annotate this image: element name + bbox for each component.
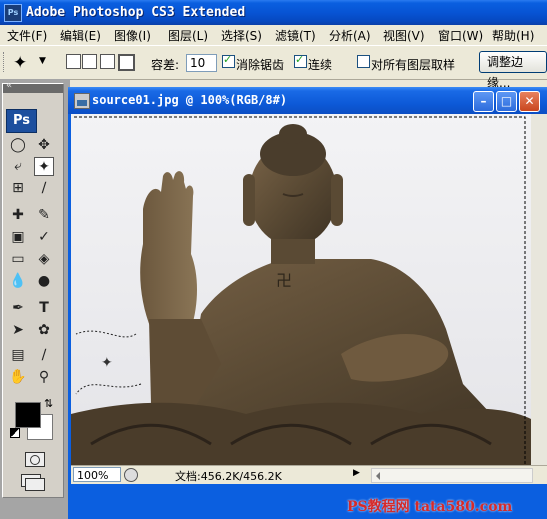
eyedropper-tool-icon[interactable]: ∕	[34, 346, 54, 365]
history-brush-icon[interactable]: ✓	[34, 228, 54, 247]
brush-tool-icon[interactable]: ✎	[34, 206, 54, 225]
document-size-info: 文档:456.2K/456.2K	[175, 470, 282, 483]
lasso-tool-icon[interactable]: ⤶	[8, 157, 28, 176]
lotus-base	[71, 402, 531, 465]
buddha-photo[interactable]: 卍 ✦	[71, 114, 531, 465]
options-bar-grip[interactable]	[3, 52, 7, 72]
document-icon	[74, 93, 90, 109]
buddha-neck	[271, 239, 315, 264]
buddha-ushnisha	[279, 124, 307, 144]
menu-file[interactable]: 文件(F)	[5, 27, 49, 44]
document-title-bar[interactable]: source01.jpg @ 100%(RGB/8#) – □ ✕	[68, 87, 547, 114]
collapse-icon[interactable]: «	[6, 80, 12, 91]
default-colors-icon[interactable]	[10, 428, 20, 438]
antialias-label: 消除锯齿	[236, 58, 285, 72]
zoom-tool-icon[interactable]: ⚲	[34, 368, 54, 387]
add-to-selection-button[interactable]	[82, 54, 97, 69]
menu-view[interactable]: 视图(V)	[381, 27, 427, 44]
contiguous-label: 连续	[308, 58, 333, 72]
magic-wand-icon: ✦	[13, 53, 28, 73]
refine-edge-button[interactable]: 调整边缘...	[479, 51, 547, 90]
marquee-tool-icon[interactable]: ◯	[8, 136, 28, 155]
maximize-button[interactable]: □	[496, 91, 517, 112]
move-tool-icon[interactable]: ✥	[34, 136, 54, 155]
antialias-checkbox[interactable]	[222, 53, 235, 68]
menu-analysis[interactable]: 分析(A)	[327, 27, 373, 44]
document-status-bar: 100% 文档:456.2K/456.2K ▶	[71, 465, 547, 484]
menu-help[interactable]: 帮助(H)	[490, 27, 536, 44]
menu-bar: 文件(F) 编辑(E) 图像(I) 图层(L) 选择(S) 滤镜(T) 分析(A…	[0, 25, 547, 45]
document-window: source01.jpg @ 100%(RGB/8#) – □ ✕ 卍 ✦ 10…	[68, 87, 547, 519]
status-info-icon[interactable]	[124, 468, 138, 482]
sample-all-layers-label: 对所有图层取样	[371, 58, 456, 72]
toolbox: « Ps ◯ ✥ ⤶ ✦ ⊞ ∕ ✚ ✎ ▣ ✓ ▭ ◈ 💧 ● ✒ T ➤ ✿…	[2, 80, 64, 498]
paint-bucket-icon[interactable]: ◈	[34, 250, 54, 269]
menu-image[interactable]: 图像(I)	[112, 27, 153, 44]
subtract-from-selection-button[interactable]	[100, 54, 115, 69]
custom-shape-icon[interactable]: ✿	[34, 321, 54, 340]
healing-brush-icon[interactable]: ✚	[8, 206, 28, 225]
tolerance-input[interactable]: 10	[186, 54, 217, 72]
intersect-selection-button[interactable]	[118, 54, 135, 71]
type-tool-icon[interactable]: T	[34, 299, 54, 318]
screen-mode-icon[interactable]	[21, 474, 45, 491]
vertical-scrollbar[interactable]	[531, 114, 547, 465]
tolerance-label: 容差:	[151, 58, 180, 72]
chest-symbol: 卍	[276, 271, 292, 290]
eraser-tool-icon[interactable]: ▭	[8, 250, 28, 269]
hand-tool-icon[interactable]: ✋	[8, 368, 28, 387]
quick-mask-icon[interactable]	[25, 452, 45, 467]
sample-all-layers-checkbox[interactable]	[357, 55, 370, 68]
zoom-level-field[interactable]: 100%	[73, 467, 121, 482]
menu-layer[interactable]: 图层(L)	[166, 27, 210, 44]
document-title: source01.jpg @ 100%(RGB/8#)	[92, 93, 288, 107]
buddha-right-ear	[331, 174, 343, 226]
pen-tool-icon[interactable]: ✒	[8, 299, 28, 318]
contiguous-checkbox[interactable]	[294, 53, 307, 68]
app-title: Adobe Photoshop CS3 Extended	[26, 5, 246, 20]
buddha-raised-hand	[140, 171, 197, 329]
slice-tool-icon[interactable]: ∕	[34, 179, 54, 198]
toolbox-header[interactable]: «	[3, 80, 63, 93]
photoshop-app-icon: Ps	[4, 4, 22, 22]
minimize-button[interactable]: –	[473, 91, 494, 112]
menu-edit[interactable]: 编辑(E)	[58, 27, 103, 44]
dodge-tool-icon[interactable]: ●	[34, 272, 54, 291]
crop-tool-icon[interactable]: ⊞	[8, 179, 28, 198]
menu-select[interactable]: 选择(S)	[219, 27, 264, 44]
status-menu-arrow-icon[interactable]: ▶	[353, 468, 360, 478]
swap-colors-icon[interactable]: ⇅	[44, 397, 53, 410]
notes-tool-icon[interactable]: ▤	[8, 346, 28, 365]
options-bar: ✦ ▼ 容差: 10 消除锯齿 连续 对所有图层取样 调整边缘...	[0, 45, 547, 90]
horizontal-scrollbar[interactable]	[371, 468, 533, 483]
foreground-color-swatch[interactable]	[15, 402, 41, 428]
menu-window[interactable]: 窗口(W)	[436, 27, 485, 44]
tool-preset-picker[interactable]: ✦ ▼	[9, 51, 51, 73]
chevron-down-icon: ▼	[39, 56, 46, 66]
blur-tool-icon[interactable]: 💧	[8, 272, 28, 291]
canvas-area[interactable]: 卍 ✦	[71, 114, 547, 465]
magic-wand-tool-icon[interactable]: ✦	[34, 157, 54, 176]
site-watermark: PS教程网 tata580.com	[347, 499, 513, 515]
photoshop-logo[interactable]: Ps	[6, 109, 37, 133]
path-select-icon[interactable]: ➤	[8, 321, 28, 340]
close-button[interactable]: ✕	[519, 91, 540, 112]
buddha-left-ear	[243, 174, 255, 226]
clone-stamp-icon[interactable]: ▣	[8, 228, 28, 247]
new-selection-button[interactable]	[66, 54, 81, 69]
magic-wand-cursor-icon: ✦	[101, 355, 113, 371]
app-title-bar: Ps Adobe Photoshop CS3 Extended	[0, 0, 547, 25]
menu-filter[interactable]: 滤镜(T)	[273, 27, 318, 44]
